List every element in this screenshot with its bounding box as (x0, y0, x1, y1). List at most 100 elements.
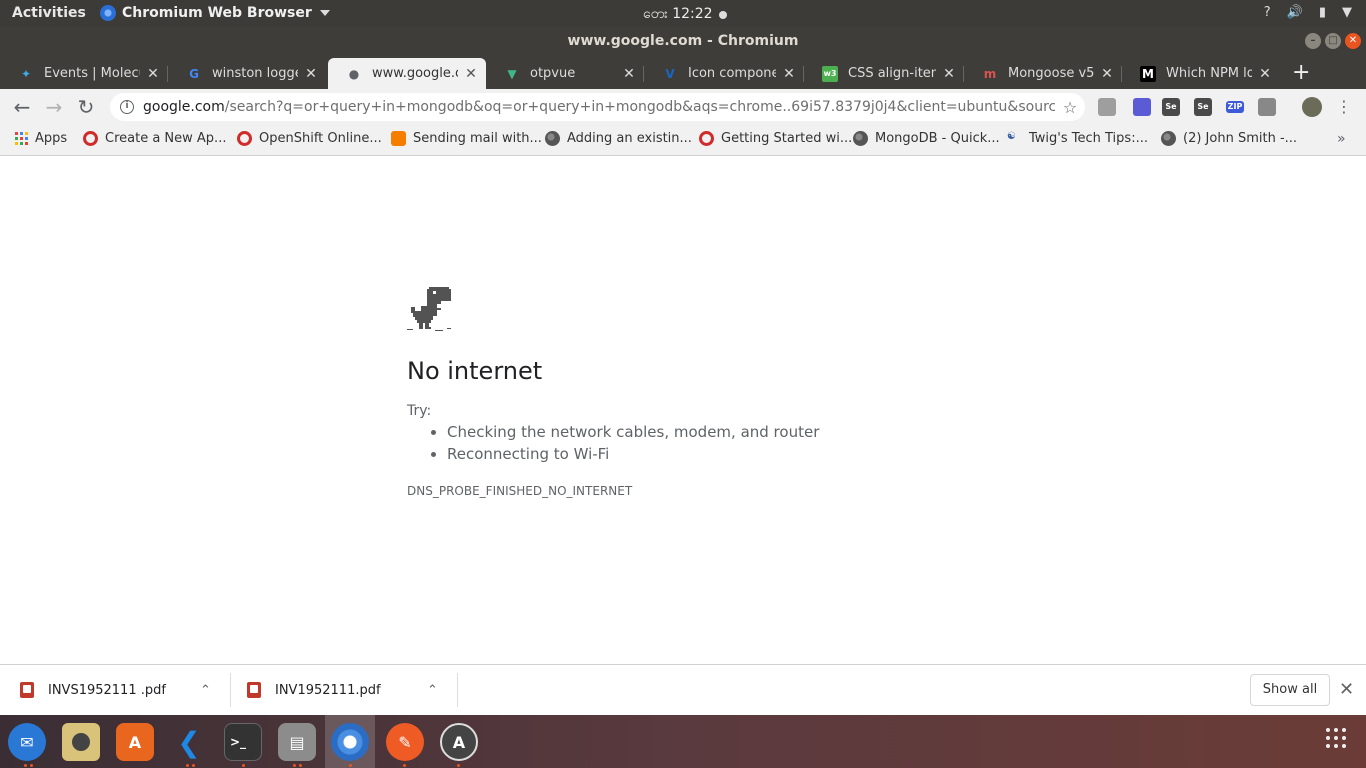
mongoose-icon: m (983, 66, 997, 81)
site-info-icon[interactable]: i (120, 100, 134, 114)
openshift-icon (83, 131, 98, 146)
bookmark-twigs-tech-tips[interactable]: ☯ Twig's Tech Tips:... (1007, 131, 1148, 146)
tab-title: CSS align-items (848, 66, 936, 81)
running-indicator (24, 764, 27, 767)
vuetify-icon: V (665, 66, 675, 81)
tab-title: Icon component (688, 66, 776, 81)
close-tab-icon[interactable]: ✕ (464, 66, 478, 82)
forward-button[interactable]: → (42, 95, 66, 119)
bookmark-create-new-app[interactable]: Create a New Ap... (83, 131, 226, 146)
bookmark-john-smith[interactable]: (2) John Smith -... (1161, 131, 1297, 146)
ubuntu-dock: ✉ A ❮ >_ ▤ ✎ A (0, 715, 1366, 768)
bookmark-sending-mail[interactable]: Sending mail with... (391, 131, 542, 146)
software-updater-icon[interactable]: A (440, 723, 478, 761)
close-tab-icon[interactable]: ✕ (622, 66, 636, 82)
bookmark-label: Create a New Ap... (105, 131, 227, 146)
volume-icon[interactable]: 🔊 (1287, 5, 1303, 20)
close-tab-icon[interactable]: ✕ (1258, 66, 1272, 82)
cast-extension-icon[interactable] (1258, 98, 1276, 116)
tab-icon-component[interactable]: V Icon component ✕ (644, 58, 804, 89)
bookmark-label: Getting Started wi... (721, 131, 853, 146)
tab-title: Which NPM logg (1166, 66, 1252, 81)
app-menu[interactable]: Chromium Web Browser (100, 5, 330, 21)
system-tray[interactable]: ? 🔊 ▮ ▼ (1264, 5, 1352, 20)
vscode-icon[interactable]: ❮ (170, 723, 208, 761)
chevron-up-icon[interactable]: ⌃ (427, 683, 438, 698)
bookmark-label: OpenShift Online... (259, 131, 382, 146)
close-shelf-icon[interactable]: ✕ (1339, 679, 1354, 700)
running-indicator (186, 764, 189, 767)
tab-title: otpvue (530, 66, 576, 81)
menu-kebab-icon[interactable]: ⋮ (1332, 97, 1356, 116)
show-all-downloads-button[interactable]: Show all (1250, 674, 1330, 706)
error-title: No internet (407, 357, 543, 385)
avatar[interactable] (1302, 97, 1322, 117)
close-tab-icon[interactable]: ✕ (1100, 66, 1114, 82)
help-icon[interactable]: ? (1264, 5, 1271, 20)
close-window-button[interactable]: ✕ (1345, 33, 1361, 49)
colorpicker-extension-icon[interactable] (1133, 98, 1151, 116)
close-tab-icon[interactable]: ✕ (782, 66, 796, 82)
twig-icon: ☯ (1007, 131, 1016, 142)
tab-otpvue[interactable]: ▼ otpvue ✕ (486, 58, 644, 89)
gnome-top-bar: Activities Chromium Web Browser တေး 12:2… (0, 0, 1366, 27)
files-icon[interactable]: ▤ (278, 723, 316, 761)
camera-extension-icon[interactable] (1098, 98, 1116, 116)
tab-google-active[interactable]: ● www.google.com ✕ (328, 58, 486, 89)
minimize-button[interactable]: – (1305, 33, 1321, 49)
close-tab-icon[interactable]: ✕ (942, 66, 956, 82)
tab-winston-logger[interactable]: G winston logger - ✕ (168, 58, 326, 89)
bookmark-getting-started[interactable]: Getting Started wi... (699, 131, 852, 146)
download-filename: INVS1952111 .pdf (48, 682, 166, 698)
bookmark-star-icon[interactable]: ☆ (1055, 98, 1085, 117)
maximize-button[interactable]: □ (1325, 33, 1341, 49)
url-text[interactable]: google.com/search?q=or+query+in+mongodb&… (143, 99, 1055, 115)
show-applications-icon[interactable] (1326, 728, 1346, 748)
software-center-icon[interactable]: A (116, 723, 154, 761)
reload-button[interactable]: ↻ (74, 95, 98, 119)
vue-icon: ▼ (507, 66, 517, 81)
tab-events-moleculer[interactable]: ✦ Events | Molecul ✕ (0, 58, 168, 89)
tab-title: Mongoose v5.7.1 (1008, 66, 1094, 81)
thunderbird-icon[interactable]: ✉ (8, 723, 46, 761)
selenium-extension-icon[interactable]: Se (1162, 98, 1180, 116)
bookmark-label: (2) John Smith -... (1183, 131, 1298, 146)
zip-extension-icon[interactable]: ZIP (1226, 101, 1244, 113)
address-bar[interactable]: i google.com/search?q=or+query+in+mongod… (110, 93, 1085, 121)
globe-icon (1161, 131, 1176, 146)
close-tab-icon[interactable]: ✕ (146, 66, 160, 82)
postman-icon[interactable]: ✎ (386, 723, 424, 761)
bookmarks-overflow-icon[interactable]: » (1337, 131, 1346, 147)
selenium-ide-extension-icon[interactable]: Se (1194, 98, 1212, 116)
back-button[interactable]: ← (10, 95, 34, 119)
close-tab-icon[interactable]: ✕ (304, 66, 318, 82)
clock[interactable]: တေး 12:22 (643, 4, 727, 25)
running-indicator (192, 764, 195, 767)
bookmark-apps[interactable]: Apps (15, 131, 67, 146)
chromium-icon[interactable] (331, 723, 369, 761)
bookmark-mongodb-quick[interactable]: MongoDB - Quick... (853, 131, 1000, 146)
openshift-icon (699, 131, 714, 146)
bookmark-openshift-online[interactable]: OpenShift Online... (237, 131, 382, 146)
battery-icon[interactable]: ▮ (1319, 5, 1326, 20)
running-indicator (349, 764, 352, 767)
google-icon: G (189, 66, 199, 81)
chevron-up-icon[interactable]: ⌃ (200, 683, 211, 698)
bookmark-adding-existing[interactable]: Adding an existin... (545, 131, 692, 146)
try-label: Try: (407, 403, 432, 419)
tab-css-align-items[interactable]: w3 CSS align-items ✕ (804, 58, 964, 89)
new-tab-button[interactable]: + (1292, 60, 1310, 85)
tab-mongoose[interactable]: m Mongoose v5.7.1 ✕ (964, 58, 1122, 89)
rhythmbox-icon[interactable] (62, 723, 100, 761)
terminal-icon[interactable]: >_ (224, 723, 262, 761)
download-item[interactable]: INV1952111.pdf ⌃ (247, 665, 457, 715)
suggestion-list: Checking the network cables, modem, and … (447, 423, 819, 467)
openshift-icon (237, 131, 252, 146)
clock-label: တေး 12:22 (643, 6, 713, 22)
activities-button[interactable]: Activities (12, 5, 86, 21)
download-item[interactable]: INVS1952111 .pdf ⌃ (20, 665, 230, 715)
download-shelf: INVS1952111 .pdf ⌃ INV1952111.pdf ⌃ Show… (0, 664, 1366, 715)
power-icon[interactable]: ▼ (1342, 5, 1352, 20)
tab-npm-logger[interactable]: M Which NPM logg ✕ (1122, 58, 1280, 89)
app-menu-label: Chromium Web Browser (122, 5, 312, 21)
